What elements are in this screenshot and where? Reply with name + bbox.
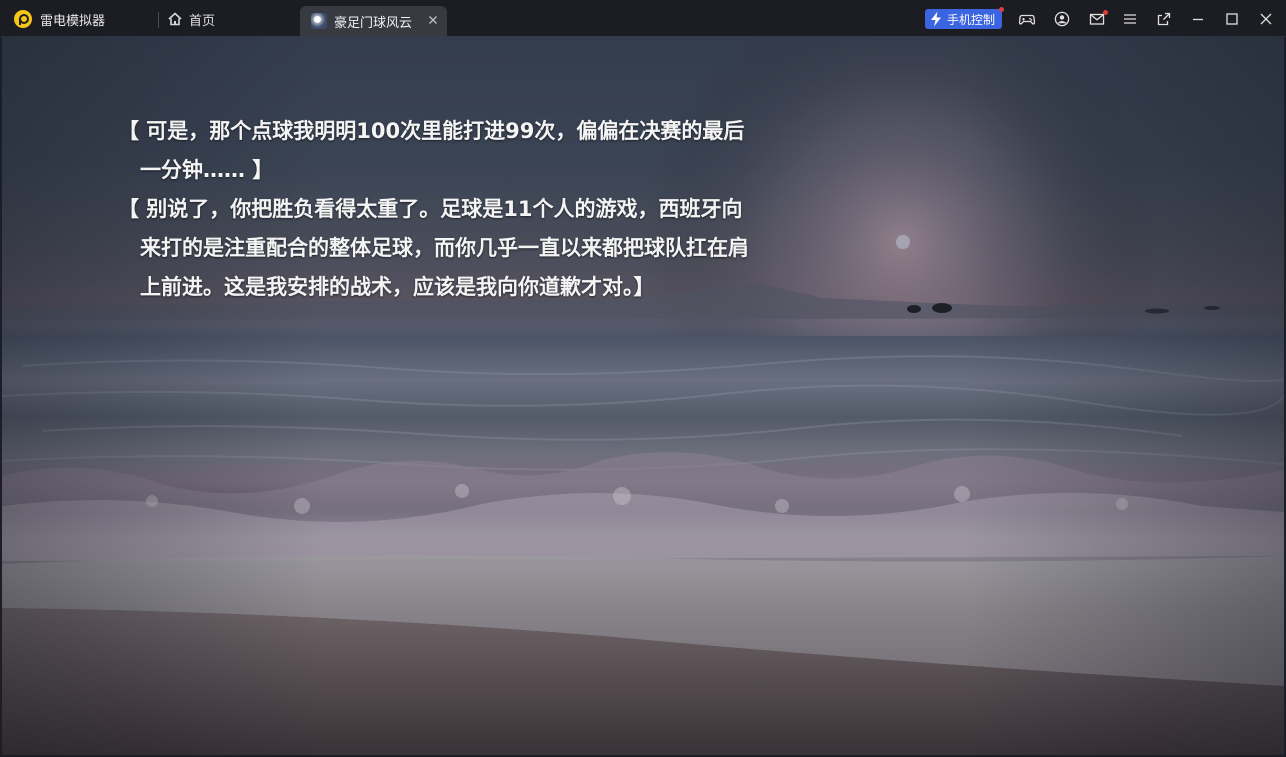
mail-notification-dot <box>1103 10 1108 15</box>
phone-control-label: 手机控制 <box>947 12 996 27</box>
dialogue-box[interactable]: 【 可是，那个点球我明明100次里能打进99次，偏偏在决赛的最后一分钟…… 】 … <box>118 112 758 307</box>
minimize-icon[interactable] <box>1190 11 1206 27</box>
app-name: 雷电模拟器 <box>40 13 106 29</box>
game-app-icon <box>311 13 327 29</box>
tab-game[interactable]: 豪足门球风云 <box>300 6 447 36</box>
phone-control-button[interactable]: 手机控制 <box>925 9 1002 29</box>
title-bar: 雷电模拟器 首页 豪足门球风云 手机控制 <box>0 0 1286 37</box>
emulator-screen[interactable]: 【 可是，那个点球我明明100次里能打进99次，偏偏在决赛的最后一分钟…… 】 … <box>2 36 1284 755</box>
menu-icon[interactable] <box>1122 11 1138 27</box>
home-icon <box>168 12 182 26</box>
tab-close-icon[interactable] <box>427 14 439 26</box>
app-brand: 雷电模拟器 <box>14 9 105 29</box>
app-logo-icon <box>14 10 32 28</box>
tab-home-label: 首页 <box>189 13 216 29</box>
dialogue-line: 【 可是，那个点球我明明100次里能打进99次，偏偏在决赛的最后一分钟…… 】 <box>118 119 745 182</box>
notification-dot <box>999 7 1004 12</box>
gamepad-icon[interactable] <box>1019 11 1035 27</box>
account-icon[interactable] <box>1054 11 1070 27</box>
close-icon[interactable] <box>1258 11 1274 27</box>
maximize-icon[interactable] <box>1224 11 1240 27</box>
dialogue-line: 【 别说了，你把胜负看得太重了。足球是11个人的游戏，西班牙向来打的是注重配合的… <box>118 197 749 299</box>
tab-home[interactable]: 首页 <box>168 9 215 29</box>
tab-divider <box>158 12 159 28</box>
lightning-icon <box>931 11 941 27</box>
tab-game-label: 豪足门球风云 <box>334 15 413 31</box>
popout-icon[interactable] <box>1156 11 1172 27</box>
